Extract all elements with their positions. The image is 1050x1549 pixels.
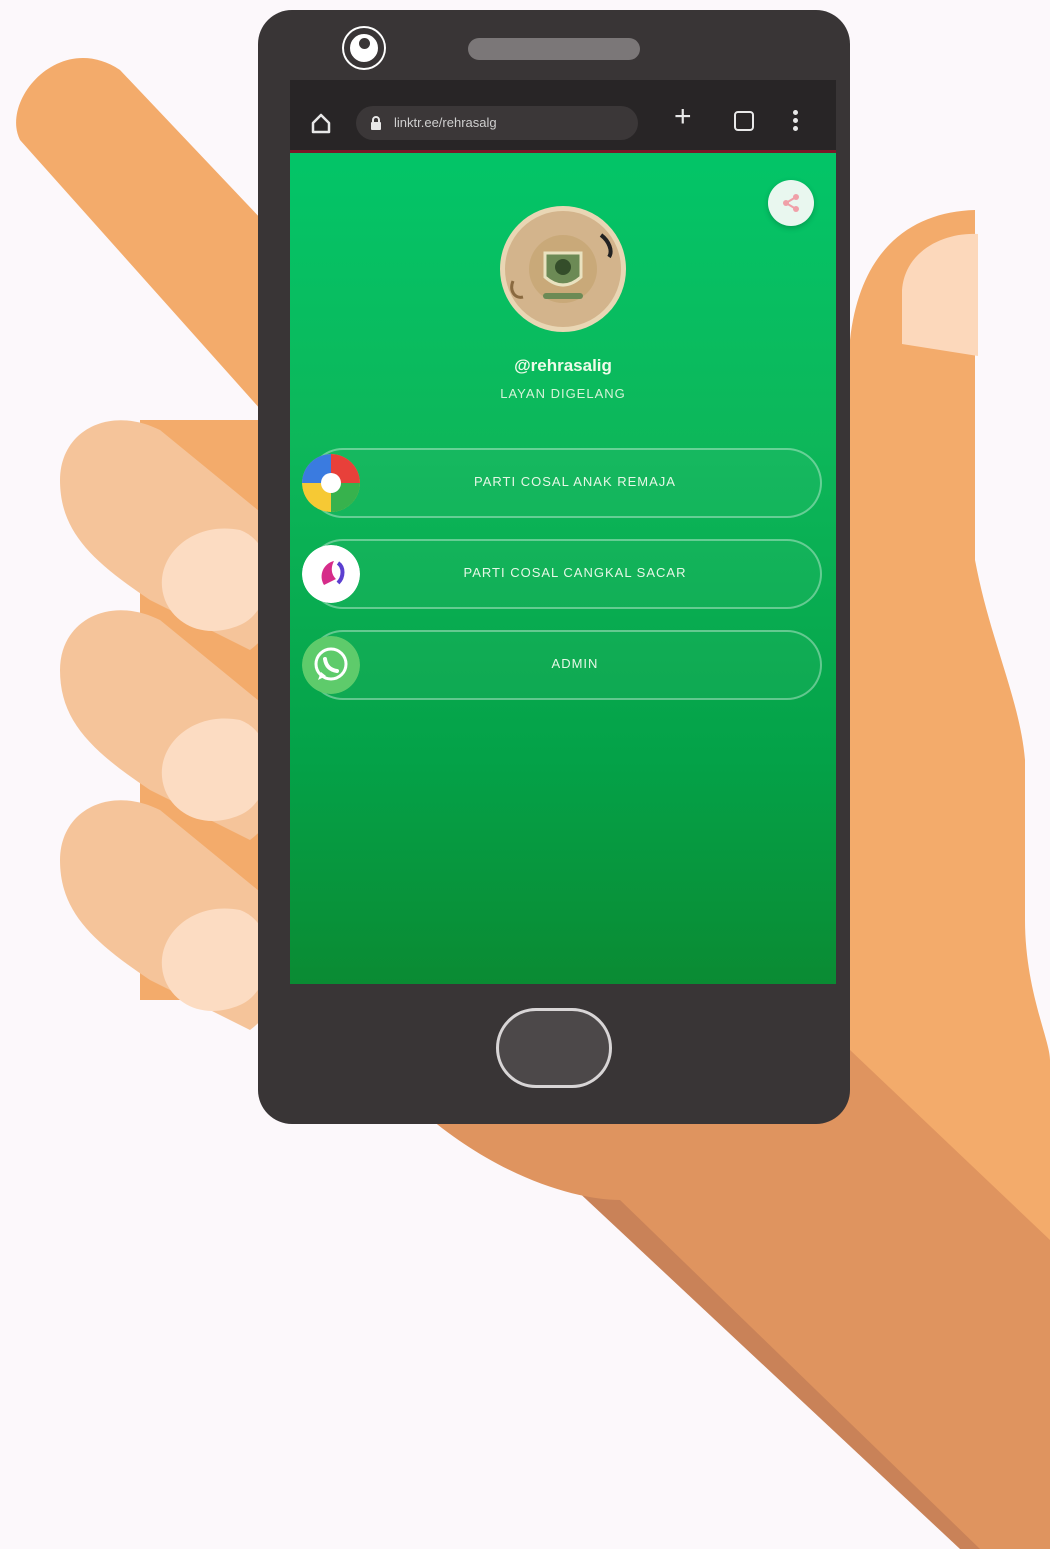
lock-icon	[371, 116, 381, 130]
new-tab-icon[interactable]: +	[674, 102, 692, 132]
phone-screen: linktr.ee/rehrasalg + @rehrasalig LAYAN …	[290, 80, 836, 984]
share-icon	[783, 194, 799, 212]
profile-subtitle: LAYAN DIGELANG	[500, 386, 626, 401]
link-button-3[interactable]: ADMIN	[302, 630, 822, 700]
link-label-3: ADMIN	[551, 656, 599, 671]
front-camera	[344, 28, 384, 68]
browser-toolbar: linktr.ee/rehrasalg +	[290, 80, 836, 153]
home-icon[interactable]	[310, 112, 332, 134]
overflow-menu-icon[interactable]	[793, 110, 799, 134]
avatar	[500, 206, 626, 332]
home-hardware-button[interactable]	[496, 1008, 612, 1088]
address-bar[interactable]: linktr.ee/rehrasalg	[356, 106, 638, 140]
link-button-1[interactable]: PARTI COSAL ANAK REMAJA	[302, 448, 822, 518]
link-label-1: PARTI COSAL ANAK REMAJA	[474, 474, 676, 489]
tabs-icon[interactable]	[734, 111, 754, 131]
link-button-2[interactable]: PARTI COSAL CANGKAL SACAR	[302, 539, 822, 609]
url-text: linktr.ee/rehrasalg	[394, 115, 497, 130]
phone-speaker	[468, 38, 640, 60]
organization-emblem-icon	[510, 233, 613, 303]
profile-name: @rehrasalig	[514, 356, 612, 375]
share-button[interactable]	[768, 180, 814, 226]
link-label-2: PARTI COSAL CANGKAL SACAR	[463, 565, 687, 580]
